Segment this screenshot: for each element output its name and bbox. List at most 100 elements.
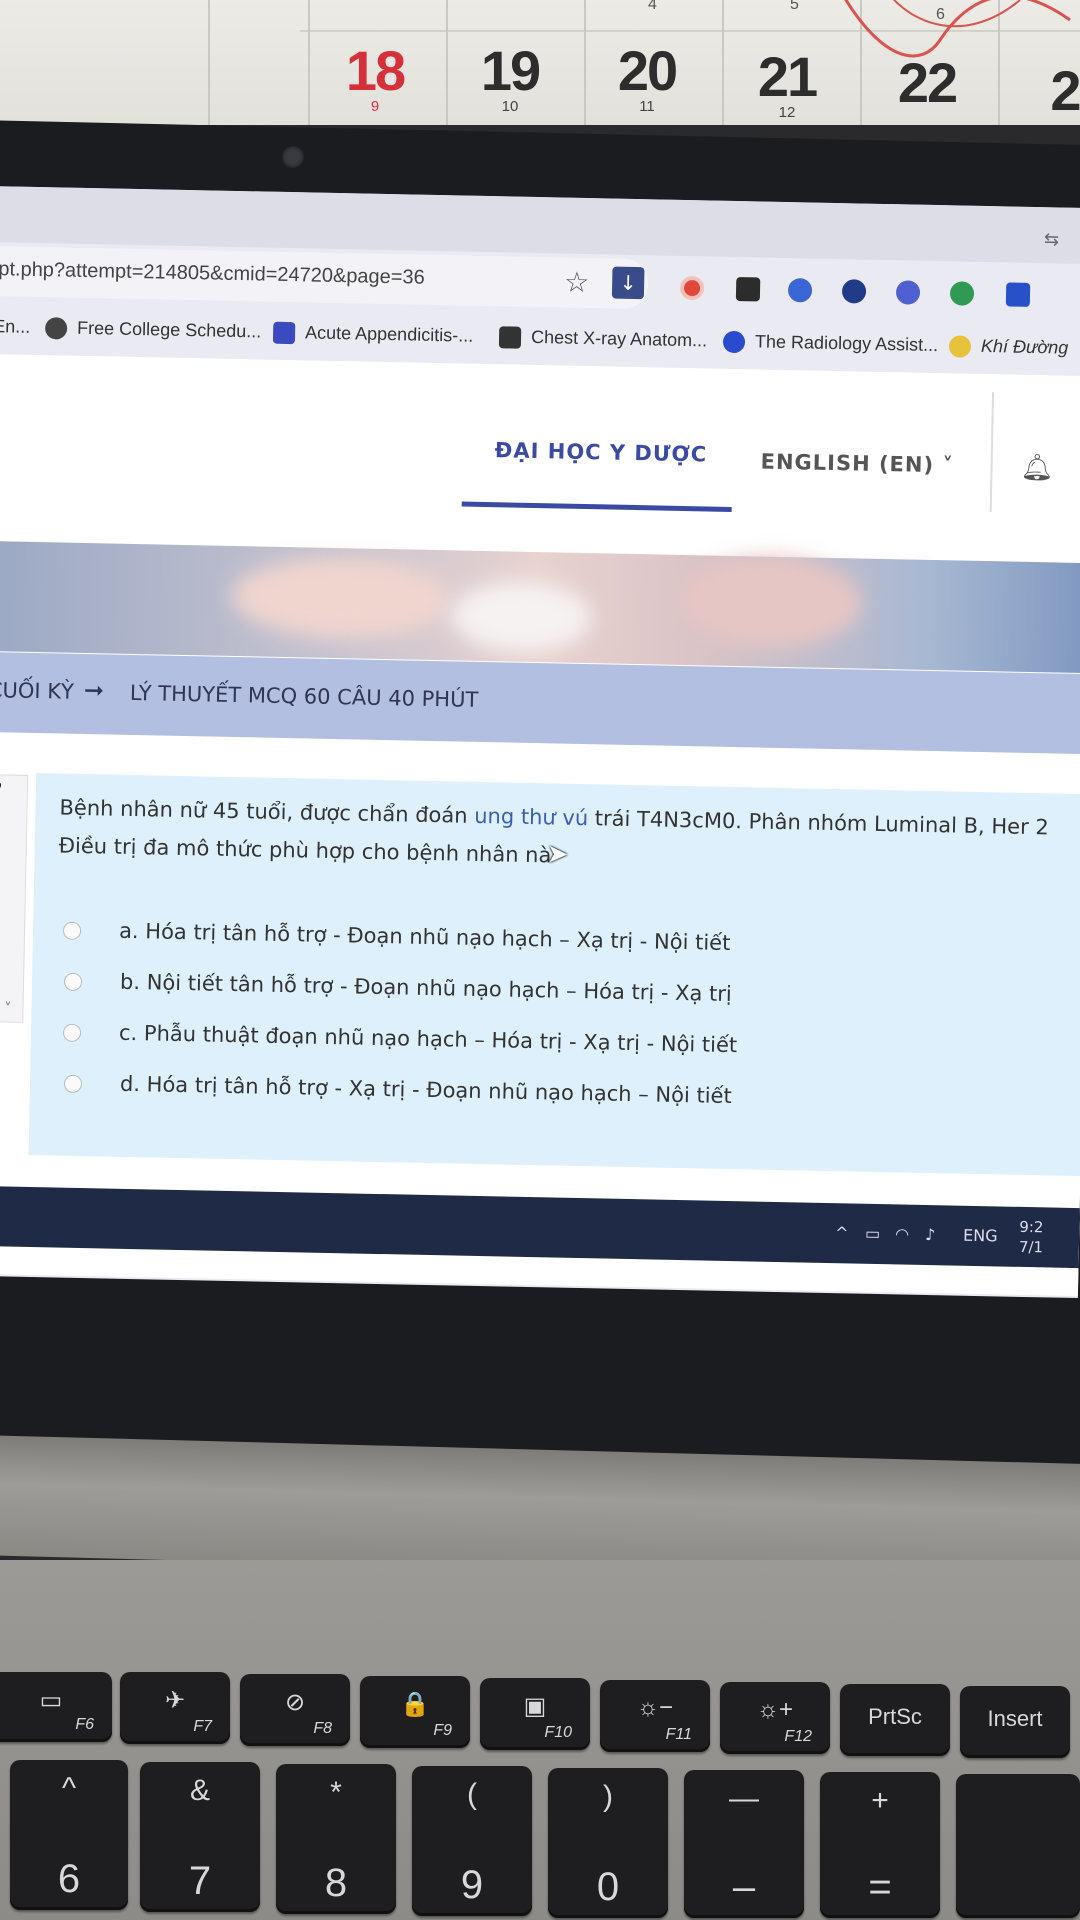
clock-time: 9:2 [1019, 1217, 1044, 1237]
globe-icon [44, 317, 68, 340]
notification-bell-icon[interactable]: 🔔︎ [1020, 453, 1054, 484]
key-backspace[interactable] [956, 1774, 1080, 1918]
touchpad-toggle-icon: ▭ [39, 1687, 63, 1714]
extension-icon[interactable] [895, 280, 921, 305]
bookmark-item[interactable]: Chest X-ray Anatom... [531, 327, 707, 352]
header-banner-image [0, 540, 1080, 674]
url-text: pt.php?attempt=214805&cmid=24720&page=36 [0, 258, 425, 289]
camera-off-icon: ⊘ [284, 1689, 306, 1716]
key-6[interactable]: ^ 6 [10, 1760, 128, 1910]
key-f12[interactable]: ☼+ F12 [720, 1682, 830, 1754]
key-insert[interactable]: Insert [960, 1686, 1070, 1758]
key-f10[interactable]: ▣ F10 [480, 1678, 590, 1750]
key-label: Insert [987, 1706, 1043, 1731]
key-f9[interactable]: 🔒 F9 [360, 1676, 470, 1748]
question-text: Điều trị đa mô thức phù hợp cho bệnh nhâ… [58, 833, 552, 868]
key-f8[interactable]: ⊘ F8 [240, 1674, 350, 1746]
calendar-divider [584, 0, 586, 125]
arrow-right-icon: ➞ [83, 675, 105, 705]
key-8[interactable]: * 8 [276, 1764, 396, 1914]
key-prtsc[interactable]: PrtSc [840, 1684, 950, 1756]
key-9[interactable]: ( 9 [412, 1766, 532, 1916]
key-minus[interactable]: — – [684, 1770, 804, 1918]
calendar-day: 20 [617, 39, 678, 102]
answer-option[interactable]: a. Hóa trị tân hỗ trợ - Đoạn nhũ nạo hạc… [62, 916, 731, 955]
calendar-top-number: 4 [648, 0, 657, 13]
folder-icon[interactable] [735, 276, 761, 302]
bookmark-item[interactable]: The Radiology Assist... [755, 331, 938, 356]
bookmark-star-icon[interactable]: ☆ [564, 266, 590, 299]
key-equals[interactable]: + = [820, 1772, 940, 1918]
question-number: 7 [0, 779, 4, 810]
key-f7[interactable]: ✈ F7 [120, 1672, 230, 1744]
language-selector[interactable]: ENGLISH (EN) ˅ [760, 450, 954, 478]
calendar-divider [722, 0, 724, 125]
laptop-screen: ⇆ pt.php?attempt=214805&cmid=24720&page=… [0, 186, 1080, 1299]
calendar-divider [308, 0, 310, 125]
answer-label: a. Hóa trị tân hỗ trợ - Đoạn nhũ nạo hạc… [118, 918, 731, 956]
answer-option[interactable]: c. Phẫu thuật đoạn nhũ nạo hạch – Hóa tr… [62, 1018, 737, 1057]
site-favicon-icon [498, 326, 522, 349]
chat-extension-icon[interactable] [841, 279, 867, 304]
volume-icon[interactable]: ♪ [925, 1225, 936, 1244]
question-text: Bệnh nhân nữ 45 tuổi, được chẩn đoán ung… [59, 796, 1049, 840]
display-switch-icon: ▣ [523, 1693, 547, 1720]
clock[interactable]: 9:2 7/1 [1019, 1217, 1044, 1257]
key-label: PrtSc [868, 1704, 922, 1729]
bookmark-item[interactable]: Free College Schedu... [77, 318, 261, 343]
language-label: ENGLISH (EN) [760, 449, 935, 478]
battery-icon[interactable]: ▭ [865, 1224, 881, 1243]
chevron-up-icon[interactable]: ^ [835, 1223, 849, 1242]
question-info-box: 7 ion ˅ [0, 773, 29, 1023]
calendar-lunar-day: 9 [370, 98, 380, 115]
answer-label: c. Phẫu thuật đoạn nhũ nạo hạch – Hóa tr… [118, 1020, 738, 1058]
wifi-icon[interactable]: ◠ [895, 1224, 909, 1243]
download-icon[interactable]: ↓ [611, 266, 645, 300]
key-f11[interactable]: ☼− F11 [600, 1680, 710, 1752]
answer-option[interactable]: d. Hóa trị tân hỗ trợ - Xạ trị - Đoạn nh… [63, 1069, 732, 1108]
key-f6[interactable]: ▭ F6 [0, 1672, 112, 1742]
chevron-down-icon: ˅ [942, 453, 955, 478]
calendar-day: 19 [480, 39, 541, 102]
radio-button[interactable] [62, 921, 82, 940]
mouse-cursor-icon: ➤ [546, 839, 569, 870]
airplane-icon: ✈ [164, 1687, 186, 1714]
glossary-link[interactable]: ung thư vú [474, 804, 588, 830]
answer-option[interactable]: b. Nội tiết tân hỗ trợ - Đoạn nhũ nạo hạ… [63, 967, 732, 1006]
grammarly-icon[interactable] [949, 281, 975, 306]
extension-icon[interactable] [1005, 282, 1031, 307]
tab-search-icon[interactable]: ⇆ [1044, 229, 1060, 250]
brightness-down-icon: ☼− [636, 1694, 673, 1721]
radio-button[interactable] [63, 1074, 83, 1094]
radio-button[interactable] [62, 1023, 82, 1042]
radiation-icon [948, 335, 972, 358]
breadcrumb-current[interactable]: LÝ THUYẾT MCQ 60 CÂU 40 PHÚT [130, 681, 479, 712]
bookmark-item[interactable]: Acute Appendicitis-... [305, 322, 473, 346]
calendar-divider [446, 0, 448, 125]
answer-label: d. Hóa trị tân hỗ trợ - Xạ trị - Đoạn nh… [119, 1071, 732, 1109]
address-bar[interactable]: pt.php?attempt=214805&cmid=24720&page=36… [0, 245, 649, 310]
radio-button[interactable] [63, 972, 83, 992]
extension-icon[interactable] [679, 275, 705, 301]
handwritten-mark [844, 0, 1071, 58]
key-7[interactable]: & 7 [140, 1762, 260, 1912]
banner-shape [680, 554, 863, 649]
site-favicon-icon [272, 321, 296, 345]
calendar-top-number: 5 [790, 0, 799, 13]
clock-date: 7/1 [1018, 1237, 1044, 1257]
breadcrumb-item[interactable]: CUỐI KỲ [0, 678, 74, 704]
radiology-icon [722, 330, 746, 354]
answer-label: b. Nội tiết tân hỗ trợ - Đoạn nhũ nạo hạ… [119, 969, 733, 1007]
webcam [282, 146, 304, 168]
calendar-divider [208, 0, 210, 125]
calendar-lunar-day: 11 [639, 98, 655, 115]
question-menu[interactable]: ion ˅ [0, 999, 12, 1018]
lock-icon: 🔒 [400, 1691, 430, 1718]
bookmark-item[interactable]: En... [0, 316, 30, 338]
bookmark-item[interactable]: Khí Đường [981, 336, 1069, 359]
language-indicator[interactable]: ENG [963, 1226, 998, 1246]
search-extension-icon[interactable] [787, 278, 813, 303]
nav-university-link[interactable]: ĐẠI HỌC Y DƯỢC [495, 438, 708, 466]
brightness-up-icon: ☼+ [756, 1696, 793, 1723]
key-0[interactable]: ) 0 [548, 1768, 668, 1918]
